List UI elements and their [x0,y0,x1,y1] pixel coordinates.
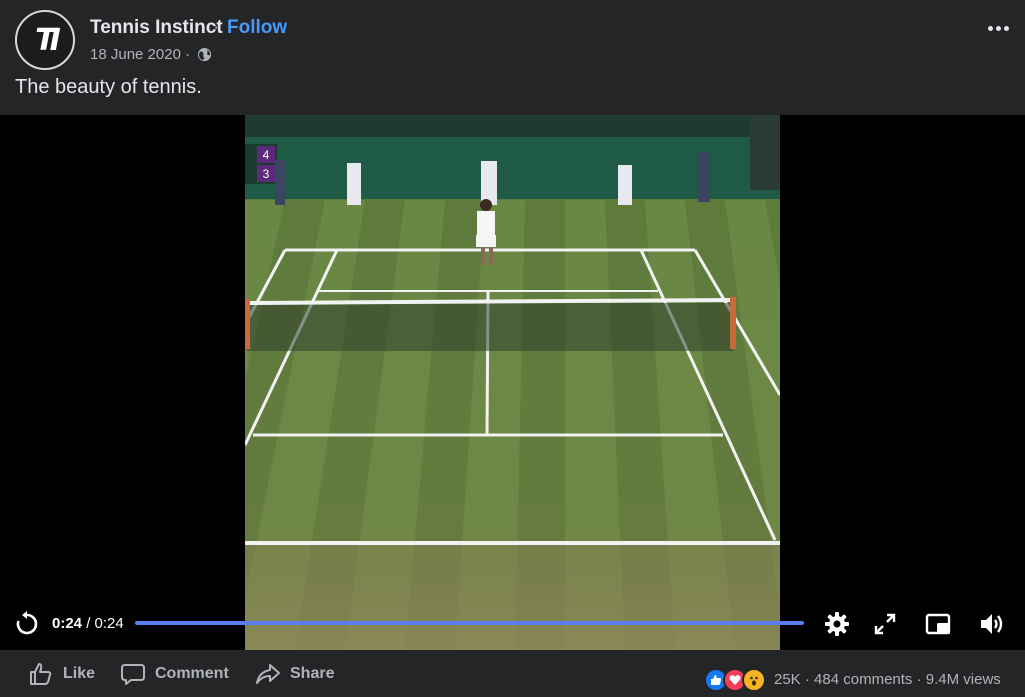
tennis-net [245,297,736,351]
post-date[interactable]: 18 June 2020 · [90,46,190,63]
post-caption: The beauty of tennis. [15,76,202,98]
score-bottom: 3 [263,167,270,181]
follow-button[interactable]: Follow [227,17,287,39]
video-frame[interactable]: 4 3 [245,115,780,650]
post-header: TI Tennis Instinct · Follow 18 June 2020… [0,0,1025,115]
expand-icon[interactable] [873,612,897,636]
post-footer: Like Comment Share 25K · 484 comments · … [0,650,1025,697]
more-options-button[interactable] [984,20,1012,36]
score-top: 4 [263,148,270,162]
thumbs-up-icon [30,662,52,685]
comment-label: Comment [155,664,229,682]
like-button[interactable]: Like [28,650,95,697]
page-avatar[interactable]: TI [15,10,75,70]
share-label: Share [290,664,335,682]
views-count: · 9.4M views [916,671,1001,688]
like-label: Like [63,664,96,682]
current-time: 0:24 [52,615,83,632]
tennis-instinct-logo-icon: TI [35,22,61,58]
reaction-icons[interactable] [704,668,766,692]
comments-count[interactable]: · 484 comments [805,671,913,688]
separator: · [213,17,220,38]
duration: / 0:24 [86,615,124,632]
video-player[interactable]: 4 3 0:24 / 0:24 [0,115,1025,650]
progress-bar[interactable] [135,621,804,625]
reactions-count[interactable]: 25K [774,671,801,688]
share-icon [256,663,280,684]
volume-icon[interactable] [978,610,1006,638]
more-dot-icon [995,25,1001,31]
replay-icon[interactable] [14,611,40,637]
more-dot-icon [1003,25,1009,31]
wow-reaction-icon [742,668,766,692]
share-button[interactable]: Share [255,650,334,697]
page-name[interactable]: Tennis Instinct [90,17,223,39]
picture-in-picture-icon[interactable] [924,610,952,638]
stand [245,115,780,137]
scoreboard: 4 3 [245,144,277,184]
more-dot-icon [987,25,993,31]
post-stats: 25K · 484 comments · 9.4M views [774,671,1001,688]
comment-button[interactable]: Comment [120,650,229,697]
globe-icon [197,47,212,62]
video-time: 0:24 / 0:24 [52,615,124,632]
gear-icon[interactable] [823,610,851,638]
comment-icon [121,663,145,685]
